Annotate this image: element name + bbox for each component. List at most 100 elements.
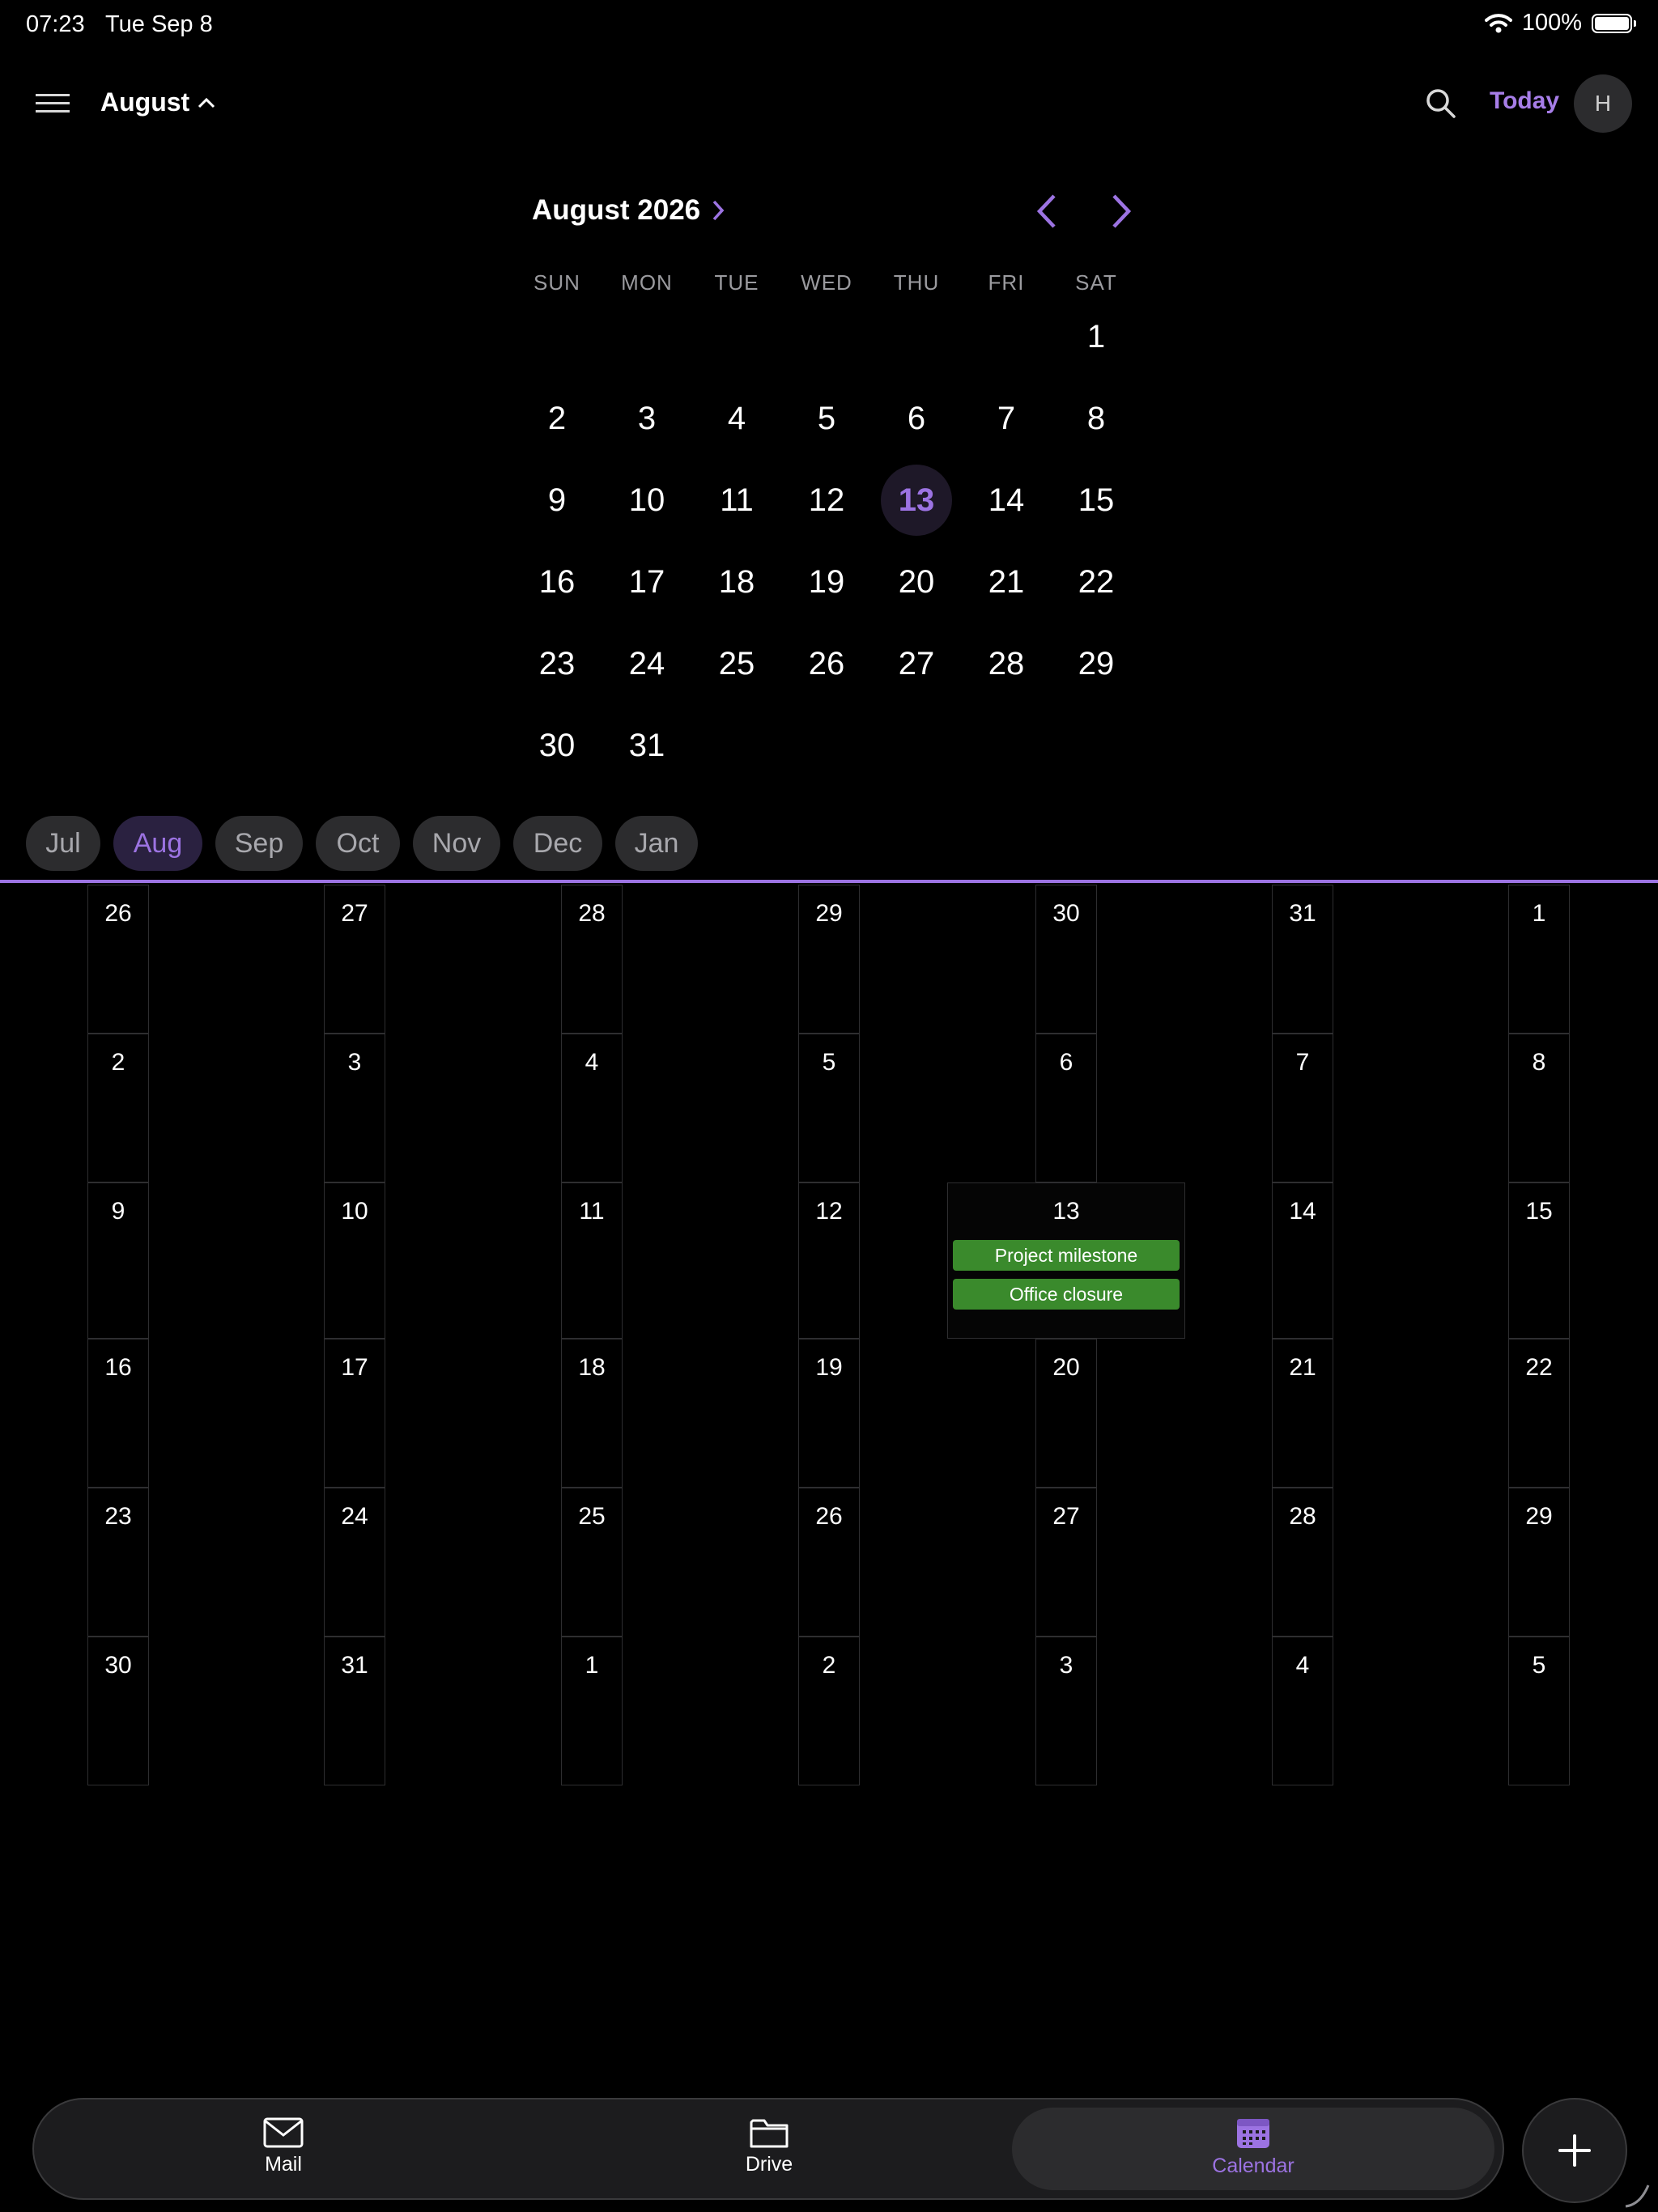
menu-icon[interactable]	[36, 92, 71, 119]
day-cell[interactable]: 2	[87, 1034, 149, 1182]
chevron-left-icon	[1036, 194, 1056, 228]
nav-mail[interactable]: Mail	[194, 2117, 372, 2176]
mini-day[interactable]: 18	[701, 546, 772, 618]
mini-day[interactable]: 10	[611, 465, 682, 536]
day-cell[interactable]: 20	[1035, 1339, 1097, 1488]
mini-day[interactable]: 15	[1061, 465, 1132, 536]
day-cell[interactable]: 28	[1272, 1488, 1333, 1637]
mini-day[interactable]: 11	[701, 465, 772, 536]
mini-day[interactable]: 9	[521, 465, 593, 536]
day-cell[interactable]: 5	[798, 1034, 860, 1182]
day-cell[interactable]: 9	[87, 1182, 149, 1339]
day-cell[interactable]: 17	[324, 1339, 385, 1488]
day-cell[interactable]: 30	[1035, 885, 1097, 1034]
month-pill-sep[interactable]: Sep	[215, 816, 303, 871]
day-cell[interactable]: 30	[87, 1637, 149, 1785]
today-button[interactable]: Today	[1490, 87, 1559, 115]
day-cell[interactable]: 26	[87, 885, 149, 1034]
day-cell[interactable]: 2	[798, 1637, 860, 1785]
month-selector[interactable]: August	[100, 87, 215, 117]
month-pill-oct[interactable]: Oct	[316, 816, 400, 871]
mini-day[interactable]: 21	[971, 546, 1042, 618]
event-chip[interactable]: Project milestone	[953, 1240, 1180, 1271]
battery-percent: 100%	[1521, 10, 1582, 36]
day-cell[interactable]: 1	[561, 1637, 623, 1785]
day-cell[interactable]: 12	[798, 1182, 860, 1339]
day-cell[interactable]: 25	[561, 1488, 623, 1637]
mini-day[interactable]: 25	[701, 628, 772, 699]
mini-day[interactable]: 22	[1061, 546, 1132, 618]
avatar[interactable]: H	[1574, 74, 1632, 133]
mini-day[interactable]: 16	[521, 546, 593, 618]
mini-day[interactable]: 29	[1061, 628, 1132, 699]
mini-day[interactable]: 24	[611, 628, 682, 699]
day-cell[interactable]: 5	[1508, 1637, 1570, 1785]
mini-day[interactable]: 2	[521, 383, 593, 454]
search-icon[interactable]	[1425, 87, 1457, 124]
day-cell[interactable]: 7	[1272, 1034, 1333, 1182]
mini-day[interactable]: 26	[791, 628, 862, 699]
day-cell[interactable]: 4	[1272, 1637, 1333, 1785]
mini-day[interactable]: 5	[791, 383, 862, 454]
day-number: 18	[578, 1354, 606, 1381]
day-cell[interactable]: 6	[1035, 1034, 1097, 1182]
previous-month-button[interactable]	[1033, 193, 1061, 234]
add-event-button[interactable]	[1522, 2098, 1627, 2203]
day-cell[interactable]: 15	[1508, 1182, 1570, 1339]
day-cell[interactable]: 27	[324, 885, 385, 1034]
mini-day[interactable]: 14	[971, 465, 1042, 536]
month-pill-jul[interactable]: Jul	[26, 816, 100, 871]
mini-day[interactable]: 13	[881, 465, 952, 536]
day-cell[interactable]: 29	[1508, 1488, 1570, 1637]
day-number: 25	[578, 1503, 606, 1530]
day-cell[interactable]: 16	[87, 1339, 149, 1488]
month-pill-jan[interactable]: Jan	[615, 816, 698, 871]
mini-day[interactable]: 1	[1061, 301, 1132, 372]
mini-day[interactable]: 20	[881, 546, 952, 618]
day-cell[interactable]: 24	[324, 1488, 385, 1637]
mini-day[interactable]: 6	[881, 383, 952, 454]
day-cell[interactable]: 11	[561, 1182, 623, 1339]
day-cell[interactable]: 10	[324, 1182, 385, 1339]
mini-day[interactable]: 19	[791, 546, 862, 618]
mini-day[interactable]: 12	[791, 465, 862, 536]
month-pill-dec[interactable]: Dec	[513, 816, 602, 871]
nav-calendar[interactable]: Calendar	[1164, 2117, 1342, 2178]
day-cell[interactable]: 21	[1272, 1339, 1333, 1488]
day-cell-selected[interactable]: 13 Project milestone Office closure	[947, 1182, 1185, 1339]
mini-day[interactable]: 17	[611, 546, 682, 618]
day-cell[interactable]: 1	[1508, 885, 1570, 1034]
mini-day[interactable]: 3	[611, 383, 682, 454]
mini-calendar-title[interactable]: August 2026	[532, 194, 725, 227]
mini-day[interactable]: 23	[521, 628, 593, 699]
day-cell[interactable]: 14	[1272, 1182, 1333, 1339]
day-cell[interactable]: 3	[1035, 1637, 1097, 1785]
wifi-icon	[1484, 13, 1512, 32]
day-cell[interactable]: 3	[324, 1034, 385, 1182]
mini-day[interactable]: 28	[971, 628, 1042, 699]
event-chip[interactable]: Office closure	[953, 1279, 1180, 1310]
month-pill-nov[interactable]: Nov	[413, 816, 500, 871]
month-pill-aug[interactable]: Aug	[113, 816, 202, 871]
next-month-button[interactable]	[1107, 193, 1135, 234]
day-cell[interactable]: 8	[1508, 1034, 1570, 1182]
nav-drive[interactable]: Drive	[680, 2117, 858, 2176]
day-cell[interactable]: 27	[1035, 1488, 1097, 1637]
day-cell[interactable]: 31	[1272, 885, 1333, 1034]
day-cell[interactable]: 28	[561, 885, 623, 1034]
mini-day[interactable]: 7	[971, 383, 1042, 454]
mini-day[interactable]: 4	[701, 383, 772, 454]
day-cell[interactable]: 31	[324, 1637, 385, 1785]
day-cell[interactable]: 26	[798, 1488, 860, 1637]
day-cell[interactable]: 22	[1508, 1339, 1570, 1488]
mini-day[interactable]: 8	[1061, 383, 1132, 454]
mini-day[interactable]: 27	[881, 628, 952, 699]
mini-day[interactable]: 31	[611, 710, 682, 781]
day-cell[interactable]: 29	[798, 885, 860, 1034]
day-cell[interactable]: 18	[561, 1339, 623, 1488]
weekday-tue: TUE	[714, 270, 759, 295]
day-cell[interactable]: 19	[798, 1339, 860, 1488]
day-cell[interactable]: 23	[87, 1488, 149, 1637]
day-cell[interactable]: 4	[561, 1034, 623, 1182]
mini-day[interactable]: 30	[521, 710, 593, 781]
